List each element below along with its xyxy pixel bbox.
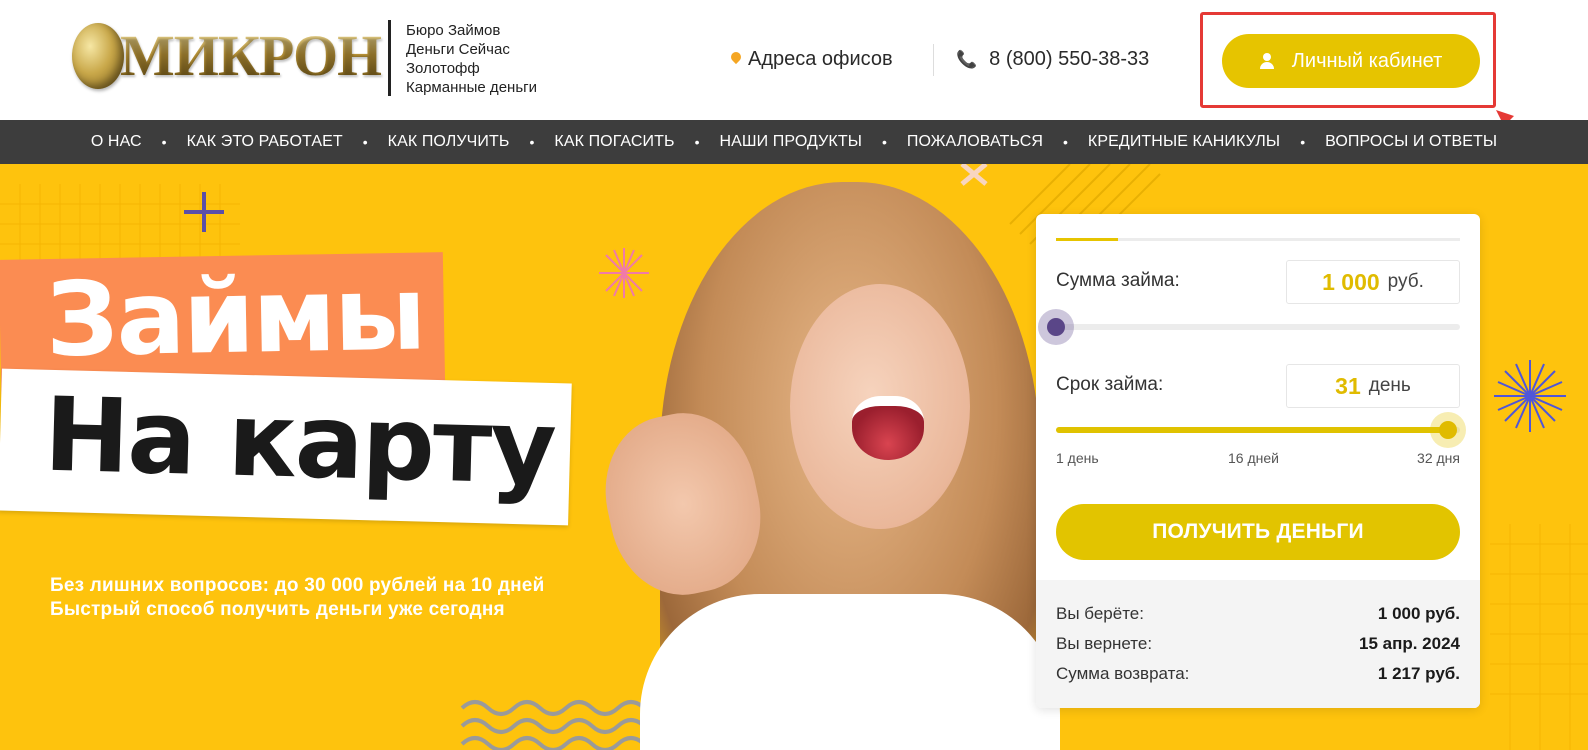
nav-item-how-to-get[interactable]: КАК ПОЛУЧИТЬ xyxy=(388,133,510,151)
nav-item-faq[interactable]: ВОПРОСЫ И ОТВЕТЫ xyxy=(1325,133,1497,151)
summary-row-return-sum: Сумма возврата: 1 217 руб. xyxy=(1056,664,1460,684)
summary-return-sum-value: 1 217 руб. xyxy=(1377,664,1460,683)
brand-item: Карманные деньги xyxy=(406,79,537,96)
nav-separator: • xyxy=(1300,134,1306,150)
amount-slider[interactable] xyxy=(1038,309,1460,345)
summary-return-date-label: Вы вернете: xyxy=(1056,634,1153,653)
tagline-line-2: Быстрый способ получить деньги уже сегод… xyxy=(50,599,505,620)
header-divider xyxy=(933,44,934,76)
map-pin-icon xyxy=(730,52,742,68)
office-addresses-link[interactable]: Адреса офисов xyxy=(730,48,893,71)
grid-pattern-right xyxy=(1490,524,1588,750)
get-money-button[interactable]: ПОЛУЧИТЬ ДЕНЬГИ xyxy=(1056,504,1460,560)
burst-blue-decoration-icon xyxy=(1494,360,1566,432)
nav-item-how-it-works[interactable]: КАК ЭТО РАБОТАЕТ xyxy=(187,133,343,151)
summary-take-value: 1 000 руб. xyxy=(1377,604,1460,623)
term-tick-min: 1 день xyxy=(1056,450,1099,466)
headline-to-card: На карту xyxy=(42,375,556,509)
main-nav: О НАС • КАК ЭТО РАБОТАЕТ • КАК ПОЛУЧИТЬ … xyxy=(0,120,1588,164)
hero-photo-mouth xyxy=(852,396,924,460)
term-value-field[interactable]: 31 день xyxy=(1286,364,1460,408)
hero-section: Займы На карту Без лишних вопросов: до 3… xyxy=(0,164,1588,750)
summary-row-return-date: Вы вернете: 15 апр. 2024 xyxy=(1056,634,1460,654)
summary-return-sum-label: Сумма возврата: xyxy=(1056,664,1190,683)
term-slider[interactable] xyxy=(1056,412,1466,448)
brand-list: Бюро Займов Деньги Сейчас Золотофф Карма… xyxy=(406,21,537,97)
term-slider-handle[interactable] xyxy=(1429,412,1466,448)
nav-separator: • xyxy=(694,134,700,150)
hero-tagline: Без лишних вопросов: до 30 000 рублей на… xyxy=(50,574,544,622)
summary-row-take: Вы берёте: 1 000 руб. xyxy=(1056,604,1460,624)
term-unit: день xyxy=(1368,375,1411,396)
brand-item: Бюро Займов xyxy=(406,22,501,39)
user-icon xyxy=(1259,53,1274,69)
amount-label: Сумма займа: xyxy=(1056,270,1180,291)
nav-item-products[interactable]: НАШИ ПРОДУКТЫ xyxy=(719,133,862,151)
phone-icon: 📞 xyxy=(956,49,978,69)
office-addresses-label: Адреса офисов xyxy=(748,48,893,70)
nav-item-how-to-repay[interactable]: КАК ПОГАСИТЬ xyxy=(554,133,674,151)
personal-cabinet-label: Личный кабинет xyxy=(1291,49,1443,72)
loan-summary: Вы берёте: 1 000 руб. Вы вернете: 15 апр… xyxy=(1036,580,1480,708)
calculator-tabs-indicator xyxy=(1056,238,1460,241)
logo-text: МИКРОН xyxy=(120,23,382,88)
wave-decoration-icon xyxy=(460,700,646,750)
amount-value: 1 000 xyxy=(1322,268,1380,295)
nav-separator: • xyxy=(1063,134,1068,150)
term-tick-mid: 16 дней xyxy=(1228,450,1279,466)
term-slider-fill xyxy=(1056,427,1448,433)
tagline-line-1: Без лишних вопросов: до 30 000 рублей на… xyxy=(50,575,545,596)
site-header: МИКРОН Бюро Займов Деньги Сейчас Золотоф… xyxy=(0,0,1588,172)
loan-calculator: Сумма займа: 1 000 руб. Срок займа: 31 д… xyxy=(1036,214,1480,708)
amount-unit: руб. xyxy=(1387,271,1424,292)
headline-banner-white: На карту xyxy=(0,368,572,526)
term-label: Срок займа: xyxy=(1056,374,1164,395)
summary-take-label: Вы берёте: xyxy=(1056,604,1144,623)
brand-item: Деньги Сейчас xyxy=(406,41,510,58)
brand-item: Золотофф xyxy=(406,60,480,77)
phone-link[interactable]: 📞 8 (800) 550-38-33 xyxy=(956,48,1149,71)
nav-separator: • xyxy=(529,134,535,150)
nav-item-credit-holidays[interactable]: КРЕДИТНЫЕ КАНИКУЛЫ xyxy=(1088,133,1280,151)
plus-decoration-icon xyxy=(184,192,224,232)
logo-coin-icon xyxy=(72,23,124,89)
nav-separator: • xyxy=(161,134,167,150)
headline-loans: Займы xyxy=(44,254,426,381)
phone-number: 8 (800) 550-38-33 xyxy=(989,48,1150,70)
logo-divider xyxy=(388,20,391,96)
nav-separator: • xyxy=(362,134,368,150)
burst-decoration-icon xyxy=(599,248,649,298)
nav-item-about[interactable]: О НАС xyxy=(91,133,142,151)
site-logo[interactable]: МИКРОН xyxy=(72,22,382,90)
nav-item-complain[interactable]: ПОЖАЛОВАТЬСЯ xyxy=(907,133,1043,151)
amount-slider-handle[interactable] xyxy=(1038,309,1074,345)
nav-separator: • xyxy=(881,134,887,150)
term-tick-max: 32 дня xyxy=(1417,450,1460,466)
summary-return-date-value: 15 апр. 2024 xyxy=(1358,634,1460,653)
cross-decoration-icon xyxy=(960,164,988,186)
hero-photo-shirt xyxy=(640,594,1060,750)
personal-cabinet-button[interactable]: Личный кабинет xyxy=(1222,34,1480,88)
amount-value-field[interactable]: 1 000 руб. xyxy=(1286,260,1460,304)
term-value: 31 xyxy=(1335,372,1361,399)
